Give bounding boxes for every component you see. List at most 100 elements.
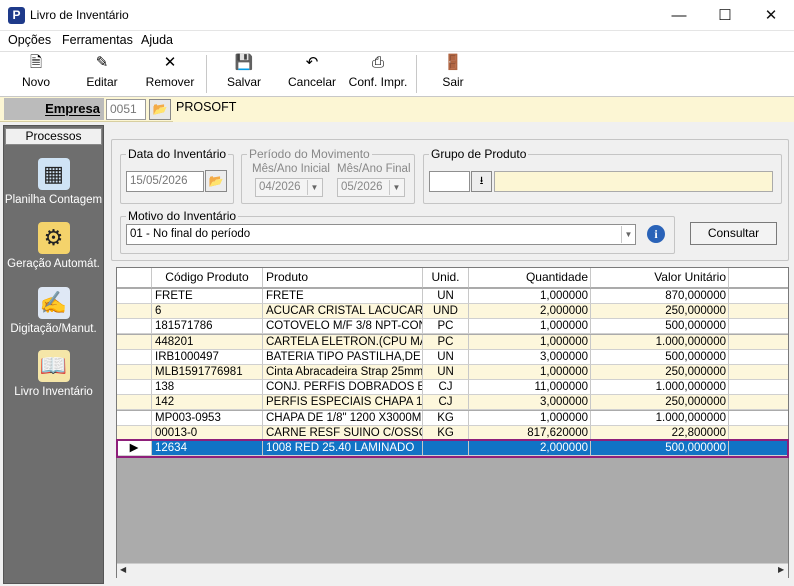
- conf-impr-button[interactable]: ⎙ Conf. Impr.: [345, 53, 411, 95]
- grid-cell-valor[interactable]: 1.000,000000: [591, 335, 729, 350]
- grid-cell-valor[interactable]: 500,000000: [591, 350, 729, 365]
- grid-cell-produto[interactable]: PERFIS ESPECIAIS CHAPA 14: [263, 395, 423, 410]
- data-inventario-field[interactable]: 15/05/2026: [126, 171, 204, 192]
- row-indicator[interactable]: [117, 395, 152, 410]
- sidebar-item-digitacao-manut[interactable]: ✍ Digitação/Manut.: [4, 287, 103, 335]
- download-arrow-icon[interactable]: ⭳: [471, 171, 492, 192]
- menu-ajuda[interactable]: Ajuda: [141, 33, 173, 47]
- motivo-select[interactable]: 01 - No final do período: [126, 224, 636, 245]
- grid-cell-valor[interactable]: 870,000000: [591, 289, 729, 304]
- cancelar-button[interactable]: ↶ Cancelar: [282, 53, 342, 95]
- row-indicator[interactable]: [117, 426, 152, 441]
- grid-cell-codigo[interactable]: 6: [152, 304, 263, 319]
- row-pointer-icon[interactable]: ▶: [117, 441, 152, 456]
- grid-cell-unid[interactable]: UN: [423, 365, 469, 380]
- grid-cell-valor[interactable]: 22,800000: [591, 426, 729, 441]
- grid-cell-codigo[interactable]: 448201: [152, 335, 263, 350]
- scroll-left-icon[interactable]: ◀: [120, 565, 126, 574]
- row-indicator[interactable]: [117, 380, 152, 395]
- info-icon[interactable]: i: [647, 225, 665, 243]
- grid-cell-quantidade[interactable]: 1,000000: [469, 411, 591, 426]
- grid-cell-quantidade[interactable]: 2,000000: [469, 304, 591, 319]
- grid-cell-valor[interactable]: 1.000,000000: [591, 411, 729, 426]
- grid-cell-quantidade[interactable]: 3,000000: [469, 395, 591, 410]
- novo-button[interactable]: 🗎 Novo: [10, 53, 62, 95]
- grid-cell-codigo[interactable]: 138: [152, 380, 263, 395]
- calendar-folder-icon[interactable]: 📂: [205, 170, 227, 192]
- col-header-unid[interactable]: Unid.: [423, 268, 469, 288]
- grid-cell-codigo[interactable]: 00013-0: [152, 426, 263, 441]
- close-icon[interactable]: ✕: [748, 0, 794, 31]
- grid-cell-unid[interactable]: [423, 441, 469, 456]
- grid-cell-valor[interactable]: 500,000000: [591, 441, 729, 456]
- row-indicator[interactable]: [117, 304, 152, 319]
- maximize-icon[interactable]: ☐: [702, 0, 748, 31]
- grid-cell-unid[interactable]: UN: [423, 350, 469, 365]
- sidebar-item-planilha-contagem[interactable]: ▦ Planilha Contagem: [4, 158, 103, 206]
- row-indicator[interactable]: [117, 319, 152, 334]
- grid-cell-quantidade[interactable]: 1,000000: [469, 365, 591, 380]
- grupo-code-field[interactable]: [429, 171, 470, 192]
- grid-cell-valor[interactable]: 250,000000: [591, 304, 729, 319]
- sidebar-item-geracao-automatica[interactable]: ⚙ Geração Automát.: [4, 222, 103, 270]
- grid-cell-quantidade[interactable]: 817,620000: [469, 426, 591, 441]
- row-indicator[interactable]: [117, 335, 152, 350]
- scroll-right-icon[interactable]: ▶: [778, 565, 784, 574]
- grid-cell-produto[interactable]: CONJ. PERFIS DOBRADOS ESPE: [263, 380, 423, 395]
- horizontal-scrollbar[interactable]: [117, 563, 788, 578]
- grid-cell-quantidade[interactable]: 1,000000: [469, 319, 591, 334]
- grid-cell-produto[interactable]: FRETE: [263, 289, 423, 304]
- grid-cell-valor[interactable]: 1.000,000000: [591, 380, 729, 395]
- col-header-valor[interactable]: Valor Unitário: [591, 268, 729, 288]
- grid-cell-valor[interactable]: 500,000000: [591, 319, 729, 334]
- grid-cell-produto[interactable]: Cinta Abracadeira Strap 25mm X: [263, 365, 423, 380]
- col-header-quantidade[interactable]: Quantidade: [469, 268, 591, 288]
- grid-cell-codigo[interactable]: FRETE: [152, 289, 263, 304]
- remover-button[interactable]: ✕ Remover: [140, 53, 200, 95]
- grid-cell-codigo[interactable]: MLB1591776981: [152, 365, 263, 380]
- grid-cell-quantidade[interactable]: 3,000000: [469, 350, 591, 365]
- col-header-codigo[interactable]: Código Produto: [152, 268, 263, 288]
- sidebar-item-livro-inventario[interactable]: 📖 Livro Inventário: [4, 350, 103, 398]
- sair-button[interactable]: 🚪 Sair: [428, 53, 478, 95]
- grid-cell-produto[interactable]: CHAPA DE 1/8" 1200 X3000MM: [263, 411, 423, 426]
- row-indicator[interactable]: [117, 350, 152, 365]
- grid-cell-unid[interactable]: PC: [423, 319, 469, 334]
- grid-cell-codigo[interactable]: IRB1000497: [152, 350, 263, 365]
- grid-cell-valor[interactable]: 250,000000: [591, 395, 729, 410]
- grid-cell-codigo[interactable]: 181571786: [152, 319, 263, 334]
- grid-cell-codigo[interactable]: 12634: [152, 441, 263, 456]
- grid-cell-unid[interactable]: PC: [423, 335, 469, 350]
- grid-cell-codigo[interactable]: MP003-0953: [152, 411, 263, 426]
- grid-cell-quantidade[interactable]: 1,000000: [469, 289, 591, 304]
- grid-cell-produto[interactable]: BATERIA TIPO PASTILHA,DE LIT: [263, 350, 423, 365]
- grid-cell-produto[interactable]: COTOVELO M/F 3/8 NPT-CONT: [263, 319, 423, 334]
- grid-cell-unid[interactable]: KG: [423, 426, 469, 441]
- grid-cell-produto[interactable]: ACUCAR CRISTAL LACUCAR 5X: [263, 304, 423, 319]
- row-indicator[interactable]: [117, 289, 152, 304]
- grid-cell-valor[interactable]: 250,000000: [591, 365, 729, 380]
- minimize-icon[interactable]: —: [656, 0, 702, 31]
- salvar-button[interactable]: 💾 Salvar: [216, 53, 272, 95]
- grid-cell-codigo[interactable]: 142: [152, 395, 263, 410]
- grid-cell-unid[interactable]: CJ: [423, 380, 469, 395]
- editar-button[interactable]: ✎ Editar: [74, 53, 130, 95]
- row-indicator[interactable]: [117, 365, 152, 380]
- grid-cell-unid[interactable]: KG: [423, 411, 469, 426]
- grid-cell-produto[interactable]: 1008 RED 25.40 LAMINADO: [263, 441, 423, 456]
- open-folder-icon[interactable]: 📂: [149, 99, 171, 120]
- consultar-button[interactable]: Consultar: [690, 222, 777, 245]
- grid-cell-unid[interactable]: UND: [423, 304, 469, 319]
- grid-cell-produto[interactable]: CARNE RESF SUINO C/OSSO - C: [263, 426, 423, 441]
- grid-cell-quantidade[interactable]: 2,000000: [469, 441, 591, 456]
- grid-cell-unid[interactable]: CJ: [423, 395, 469, 410]
- grid-cell-unid[interactable]: UN: [423, 289, 469, 304]
- grid-cell-quantidade[interactable]: 1,000000: [469, 335, 591, 350]
- menu-ferramentas[interactable]: Ferramentas: [62, 33, 133, 47]
- grid-cell-produto[interactable]: CARTELA ELETRON.(CPU MAIN: [263, 335, 423, 350]
- grid-cell-quantidade[interactable]: 11,000000: [469, 380, 591, 395]
- empresa-code-field[interactable]: 0051: [106, 99, 146, 120]
- menu-opcoes[interactable]: Opções: [8, 33, 51, 47]
- col-header-produto[interactable]: Produto: [263, 268, 423, 288]
- row-indicator[interactable]: [117, 411, 152, 426]
